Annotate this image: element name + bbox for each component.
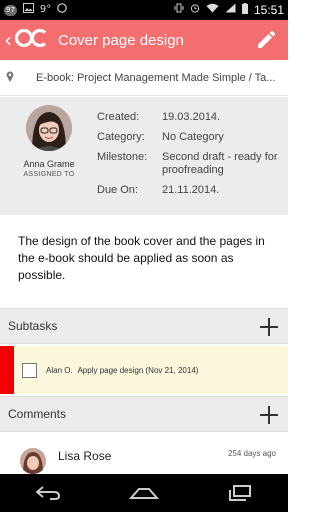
subtasks-title: Subtasks (8, 319, 58, 333)
due-on-label: Due On: (97, 184, 138, 196)
status-right: 15:51 (174, 2, 284, 18)
milestone-value: Second draft - ready for proofreading (162, 151, 278, 176)
comment-item[interactable]: Lisa Rose 254 days ago (0, 434, 288, 474)
alarm-icon (190, 3, 200, 17)
chevron-left-icon: ‹ (4, 28, 12, 52)
app-bar: ‹ Cover page design (0, 20, 288, 60)
comments-title: Comments (8, 407, 67, 421)
back-button[interactable]: ‹ (4, 20, 52, 60)
milestone-row: Milestone: Second draft - ready for proo… (97, 151, 287, 177)
subtask-item[interactable]: Alan O. Apply page design (Nov 21, 2014) (0, 346, 288, 394)
avatar (20, 448, 46, 474)
notification-badge-icon: 97 (4, 4, 17, 16)
system-nav-bar (0, 474, 288, 512)
plus-icon (260, 318, 278, 336)
avatar (26, 105, 72, 151)
priority-bar (0, 346, 14, 394)
task-details: Anna Grame ASSIGNED TO Created: 19.03.20… (0, 97, 288, 215)
subtask-title: Apply page design (Nov 21, 2014) (77, 365, 199, 375)
add-subtask-button[interactable] (258, 316, 280, 338)
category-label: Category: (97, 131, 145, 143)
created-value: 19.03.2014. (162, 111, 221, 123)
page-title: Cover page design (58, 31, 184, 49)
image-icon (22, 3, 34, 17)
home-icon (129, 488, 159, 499)
back-arrow-icon (35, 486, 61, 500)
status-bar: 97 9° 15:51 (0, 0, 288, 20)
subtask-text: Alan O. Apply page design (Nov 21, 2014) (46, 366, 198, 375)
nav-back-button[interactable] (28, 478, 68, 508)
created-row: Created: 19.03.2014. (97, 111, 287, 124)
assignee[interactable]: Anna Grame ASSIGNED TO (14, 105, 84, 178)
signal-icon (225, 3, 236, 17)
created-label: Created: (97, 111, 140, 123)
map-pin-icon (6, 70, 24, 85)
comments-header: Comments (0, 396, 288, 432)
vibrate-icon (174, 3, 184, 17)
due-on-row: Due On: 21.11.2014. (97, 184, 287, 197)
category-value: No Category (162, 131, 224, 143)
weather-icon: 9° (39, 4, 52, 15)
add-comment-button[interactable] (258, 404, 280, 426)
nav-recents-button[interactable] (220, 478, 260, 508)
assigned-to-label: ASSIGNED TO (23, 171, 75, 178)
status-left: 97 9° (4, 3, 68, 17)
assignee-name: Anna Grame (23, 159, 75, 169)
task-meta: Created: 19.03.2014. Category: No Catego… (97, 111, 287, 204)
oc-logo (14, 27, 48, 54)
status-time: 15:51 (253, 3, 284, 17)
battery-icon (241, 2, 248, 18)
milestone-label: Milestone: (97, 151, 148, 163)
subtask-assignee: Alan O. (46, 365, 73, 375)
comment-time: 254 days ago (227, 449, 276, 458)
due-on-value: 21.11.2014. (162, 184, 220, 196)
screen: 97 9° 15:51 ‹ Cover page design E-book: … (0, 0, 288, 512)
subtasks-header: Subtasks (0, 308, 288, 344)
comment-author: Lisa Rose (58, 449, 112, 463)
plus-icon (260, 406, 278, 424)
nav-home-button[interactable] (124, 478, 164, 508)
subtask-checkbox[interactable] (22, 362, 37, 378)
recents-icon (229, 485, 251, 501)
category-row: Category: No Category (97, 131, 287, 144)
edit-button[interactable] (254, 28, 278, 52)
project-row[interactable]: E-book: Project Management Made Simple /… (0, 60, 288, 96)
chat-icon (57, 3, 68, 17)
task-description: The design of the book cover and the pag… (18, 234, 265, 282)
wifi-icon (206, 3, 219, 17)
pencil-icon (258, 30, 276, 48)
project-name: E-book: Project Management Made Simple /… (36, 71, 276, 84)
